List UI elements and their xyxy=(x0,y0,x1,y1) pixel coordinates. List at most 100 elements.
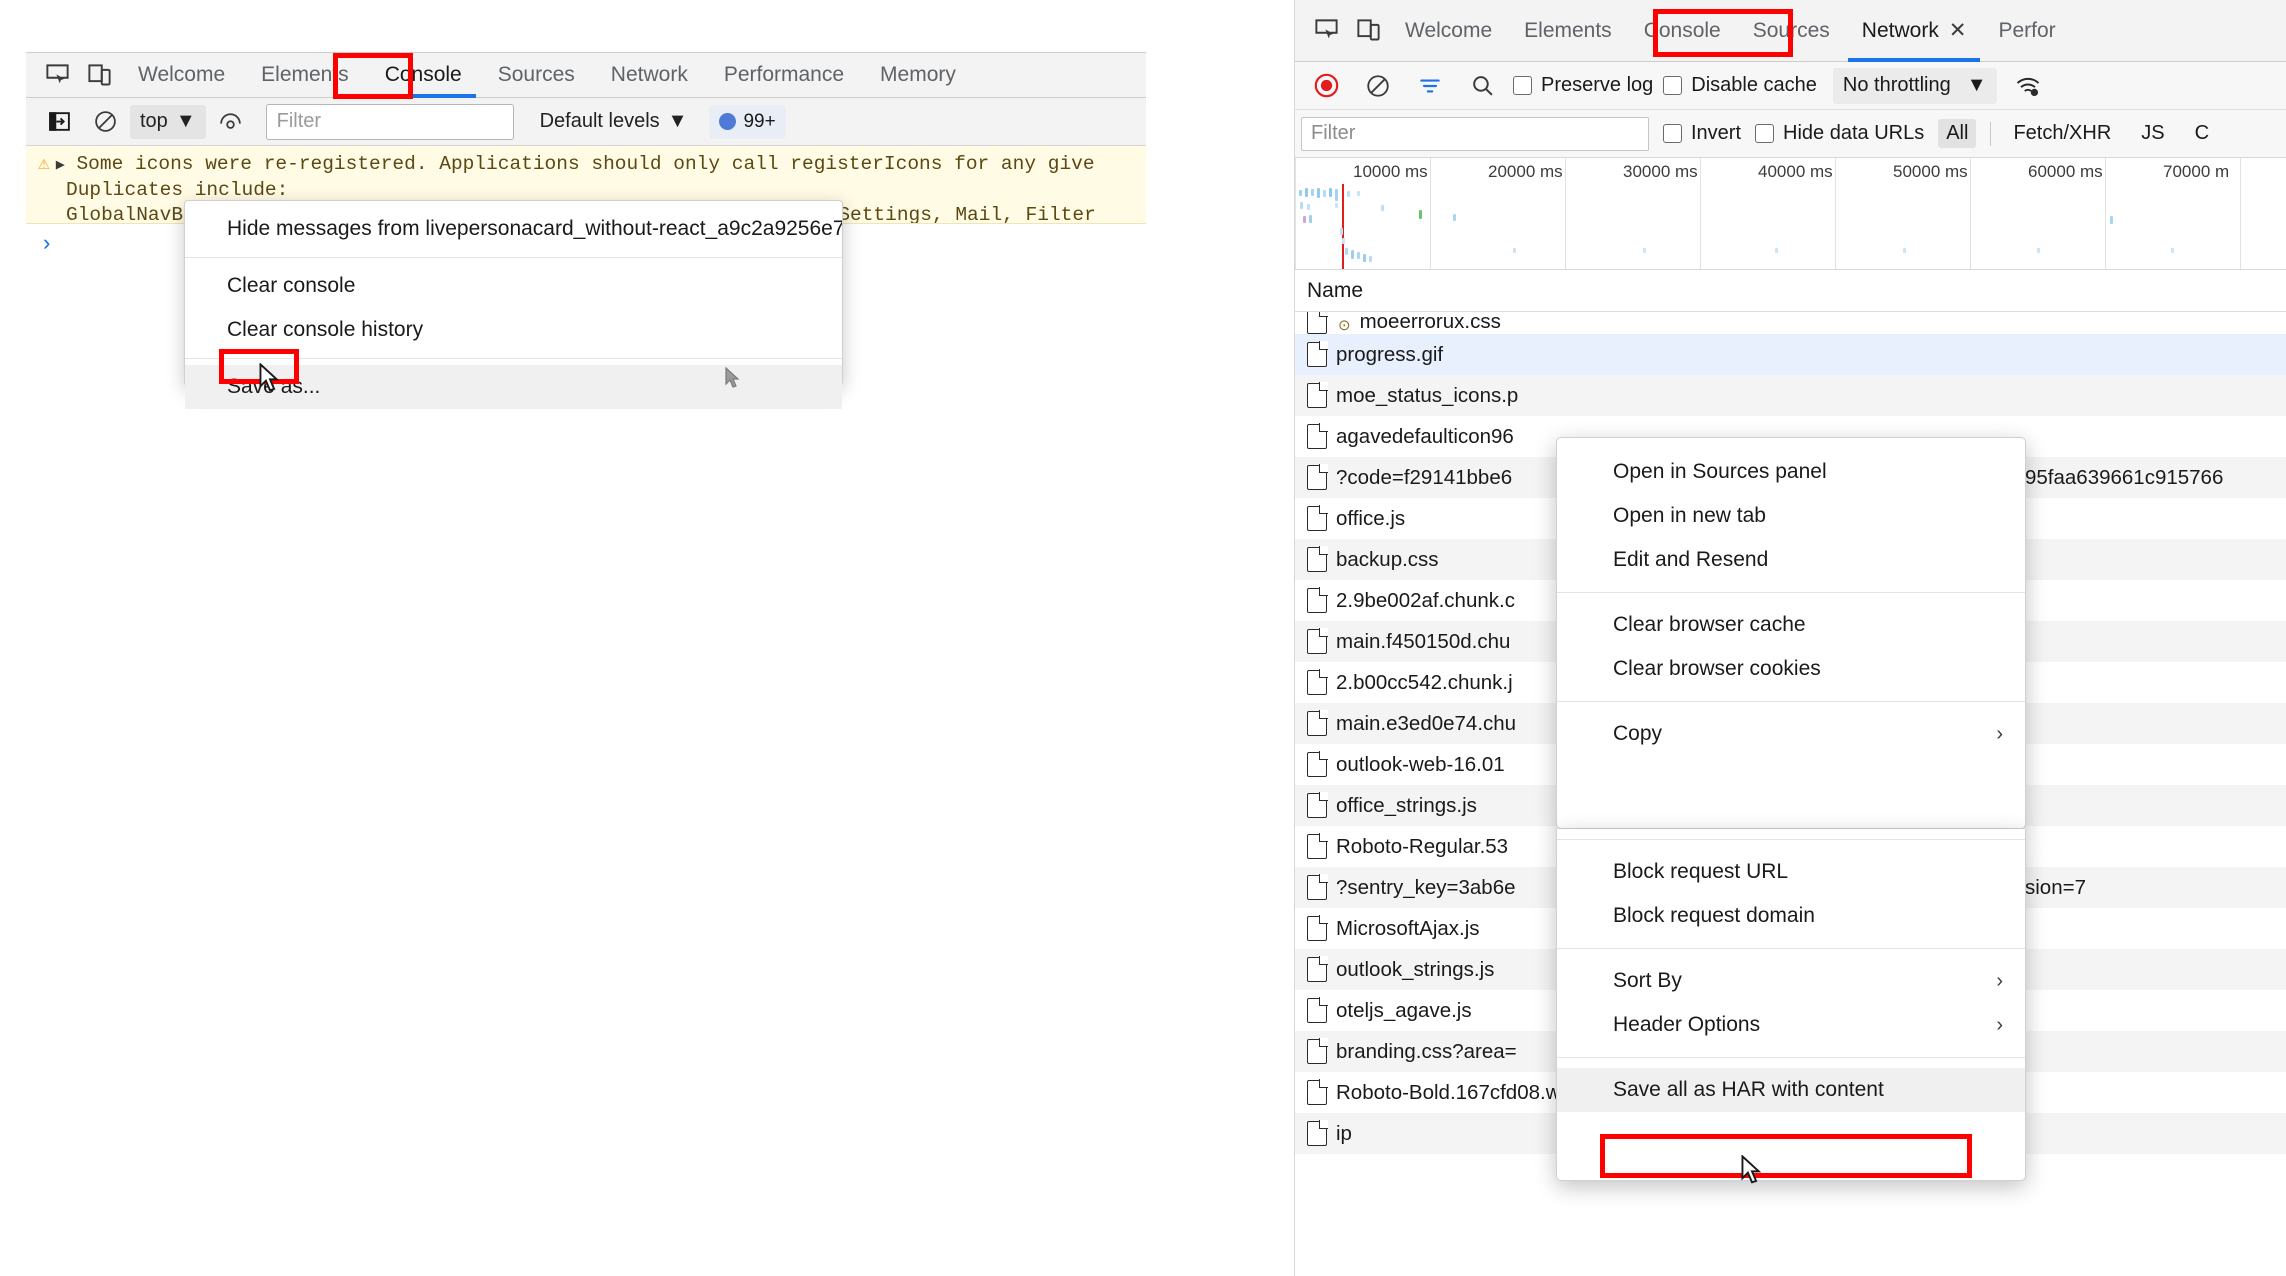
file-icon xyxy=(1307,670,1327,695)
tab-label: Perfor xyxy=(1998,19,2055,43)
file-icon xyxy=(1307,998,1327,1023)
type-filter-js[interactable]: JS xyxy=(2133,119,2172,148)
filter-icon[interactable] xyxy=(1409,65,1451,107)
execution-context-selector[interactable]: top ▼ xyxy=(130,105,206,139)
menu-item-block-request-domain[interactable]: Block request domain xyxy=(1557,894,2025,938)
hide-data-urls-checkbox[interactable]: Hide data URLs xyxy=(1755,122,1924,145)
file-icon xyxy=(1307,424,1327,449)
menu-item-label: Clear console history xyxy=(227,318,423,342)
tab-console[interactable]: Console xyxy=(367,52,480,98)
menu-separator xyxy=(1557,701,2025,702)
menu-item-clear-browser-cache[interactable]: Clear browser cache xyxy=(1557,603,2025,647)
menu-item-block-request-url[interactable]: Block request URL xyxy=(1557,850,2025,894)
request-name: office_strings.js xyxy=(1336,794,1477,818)
log-levels-selector[interactable]: Default levels ▼ xyxy=(540,110,688,133)
device-toolbar-icon[interactable] xyxy=(78,54,120,96)
network-filter-placeholder: Filter xyxy=(1311,122,1355,145)
timeline-tick-label: 30000 ms xyxy=(1623,162,1698,182)
issues-badge[interactable]: 99+ xyxy=(709,105,785,139)
clear-network-icon[interactable] xyxy=(1357,65,1399,107)
request-name: branding.css?area= xyxy=(1336,1040,1517,1064)
menu-item-sort-by[interactable]: Sort By › xyxy=(1557,959,2025,1003)
menu-item-edit-and-resend[interactable]: Edit and Resend xyxy=(1557,538,2025,582)
tab-network[interactable]: Network ✕ xyxy=(1846,0,1983,62)
live-expression-icon[interactable] xyxy=(210,101,252,143)
tab-welcome[interactable]: Welcome xyxy=(120,52,243,98)
tab-console[interactable]: Console xyxy=(1628,0,1737,62)
tab-performance[interactable]: Perfor xyxy=(1982,0,2071,62)
menu-item-save-all-as-har[interactable]: Save all as HAR with content xyxy=(1557,1068,2025,1112)
request-name: oteljs_agave.js xyxy=(1336,999,1472,1023)
checkbox-icon xyxy=(1513,76,1532,95)
network-overview-timeline[interactable]: 10000 ms 20000 ms 30000 ms 40000 ms 5000… xyxy=(1295,158,2286,270)
tab-elements[interactable]: Elements xyxy=(1508,0,1628,62)
type-filter-fetch-xhr[interactable]: Fetch/XHR xyxy=(2005,119,2119,148)
table-row[interactable]: ⊙ moeerrorux.css xyxy=(1295,312,2286,334)
close-icon[interactable]: ✕ xyxy=(1949,18,1967,43)
menu-item-copy[interactable]: Copy › xyxy=(1557,712,2025,756)
menu-item-clear-console-history[interactable]: Clear console history xyxy=(185,308,842,352)
tab-sources[interactable]: Sources xyxy=(1737,0,1846,62)
file-icon xyxy=(1307,834,1327,859)
timeline-tick-label: 50000 ms xyxy=(1893,162,1968,182)
inspect-element-icon[interactable] xyxy=(1305,10,1347,52)
network-toolbar: Preserve log Disable cache No throttling… xyxy=(1295,62,2286,110)
request-name: ?code=f29141bbe6 xyxy=(1336,466,1512,490)
network-filter-input[interactable]: Filter xyxy=(1301,117,1649,151)
menu-item-label: Clear browser cache xyxy=(1613,613,1806,637)
tab-label: Performance xyxy=(724,63,844,87)
timeline-tick-label: 60000 ms xyxy=(2028,162,2103,182)
console-context-menu: Hide messages from livepersonacard_witho… xyxy=(184,200,843,386)
menu-item-hide-messages[interactable]: Hide messages from livepersonacard_witho… xyxy=(185,207,842,251)
tab-memory[interactable]: Memory xyxy=(862,52,974,98)
disable-cache-checkbox[interactable]: Disable cache xyxy=(1663,74,1817,97)
tab-network[interactable]: Network xyxy=(593,52,706,98)
throttling-selector[interactable]: No throttling ▼ xyxy=(1833,68,1997,104)
console-toolbar: top ▼ Filter Default levels ▼ 99+ xyxy=(26,98,1146,146)
record-button-icon[interactable] xyxy=(1305,65,1347,107)
tab-welcome[interactable]: Welcome xyxy=(1389,0,1508,62)
chevron-down-icon: ▼ xyxy=(1967,74,1987,97)
search-icon[interactable] xyxy=(1461,65,1503,107)
menu-item-clear-browser-cookies[interactable]: Clear browser cookies xyxy=(1557,647,2025,691)
tab-label: Network xyxy=(1862,19,1939,43)
menu-item-open-in-new-tab[interactable]: Open in new tab xyxy=(1557,494,2025,538)
menu-item-save-as[interactable]: Save as... xyxy=(185,365,842,409)
clear-console-icon[interactable] xyxy=(84,101,126,143)
request-name: progress.gif xyxy=(1336,343,1443,367)
tab-label: Network xyxy=(611,63,688,87)
console-sidebar-toggle-icon[interactable] xyxy=(38,101,80,143)
menu-item-label: Open in new tab xyxy=(1613,504,1766,528)
throttling-label: No throttling xyxy=(1843,74,1951,97)
request-name: main.e3ed0e74.chu xyxy=(1336,712,1516,736)
tab-label: Elements xyxy=(261,63,349,87)
chevron-right-icon: › xyxy=(1996,970,2003,993)
menu-item-header-options[interactable]: Header Options › xyxy=(1557,1003,2025,1047)
console-tab-bar: Welcome Elements Console Sources Network… xyxy=(26,52,1146,98)
menu-item-clear-console[interactable]: Clear console xyxy=(185,264,842,308)
expand-arrow-icon[interactable]: ▶ xyxy=(56,157,65,174)
tab-elements[interactable]: Elements xyxy=(243,52,367,98)
preserve-log-checkbox[interactable]: Preserve log xyxy=(1513,74,1653,97)
network-table-header[interactable]: Name xyxy=(1295,270,2286,312)
chevron-right-icon: › xyxy=(1996,723,2003,746)
tab-performance[interactable]: Performance xyxy=(706,52,862,98)
type-filter-css[interactable]: C xyxy=(2187,119,2217,148)
inspect-element-icon[interactable] xyxy=(36,54,78,96)
tab-sources[interactable]: Sources xyxy=(480,52,593,98)
file-icon xyxy=(1307,916,1327,941)
timeline-tick-label: 10000 ms xyxy=(1353,162,1428,182)
menu-item-open-in-sources-panel[interactable]: Open in Sources panel xyxy=(1557,450,2025,494)
menu-item-label: Block request URL xyxy=(1613,860,1788,884)
menu-separator xyxy=(1557,839,2025,840)
checkbox-icon xyxy=(1663,124,1682,143)
table-row[interactable]: moe_status_icons.p xyxy=(1295,375,2286,416)
network-conditions-icon[interactable] xyxy=(2007,65,2049,107)
console-filter-input[interactable]: Filter xyxy=(266,104,514,140)
request-name-tail: 95faa639661c915766 xyxy=(2025,466,2223,490)
file-icon xyxy=(1307,629,1327,654)
table-row[interactable]: progress.gif xyxy=(1295,334,2286,375)
type-filter-all[interactable]: All xyxy=(1938,119,1976,148)
invert-checkbox[interactable]: Invert xyxy=(1663,122,1741,145)
device-toolbar-icon[interactable] xyxy=(1347,10,1389,52)
